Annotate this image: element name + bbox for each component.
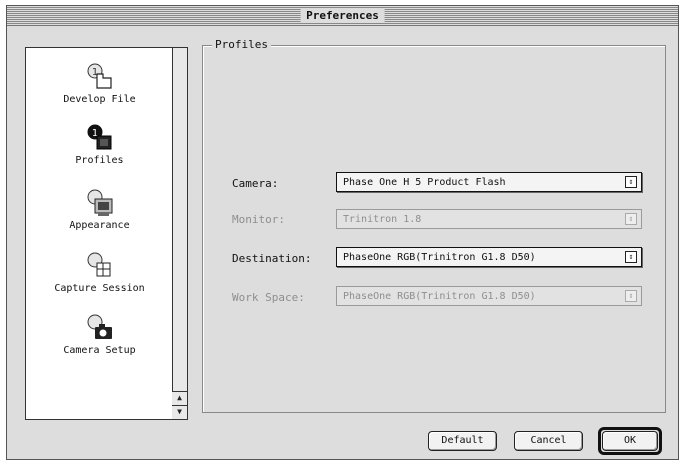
sidebar-item-label: Appearance	[69, 220, 130, 231]
profiles-icon: 1	[87, 124, 111, 150]
work-space-select-value: PhaseOne RGB(Trinitron G1.8 D50)	[343, 291, 536, 302]
popup-arrows-icon: ⇕	[625, 251, 637, 263]
destination-select-value: PhaseOne RGB(Trinitron G1.8 D50)	[343, 252, 536, 263]
profiles-group	[202, 45, 666, 413]
cancel-button[interactable]: Cancel	[514, 431, 583, 451]
preferences-sidebar: 1 Develop File 1 Profiles Appearance Cap…	[25, 47, 188, 420]
popup-arrows-icon: ⇕	[625, 176, 637, 188]
sidebar-item-profiles[interactable]: 1 Profiles	[26, 123, 173, 166]
destination-label: Destination:	[232, 252, 312, 265]
monitor-select: Trinitron 1.8 ⇕	[336, 209, 642, 229]
camera-select[interactable]: Phase One H 5 Product Flash ⇕	[336, 172, 642, 192]
scroll-up-arrow-icon[interactable]: ▲	[172, 391, 187, 405]
popup-arrows-icon: ⇕	[625, 290, 637, 302]
profiles-group-legend: Profiles	[212, 38, 271, 52]
default-button[interactable]: Default	[428, 431, 497, 451]
sidebar-item-label: Camera Setup	[63, 345, 136, 356]
camera-select-value: Phase One H 5 Product Flash	[343, 177, 506, 188]
work-space-label: Work Space:	[232, 291, 305, 304]
sidebar-item-camera-setup[interactable]: Camera Setup	[26, 313, 173, 356]
sidebar-item-label: Develop File	[63, 94, 136, 105]
develop-file-icon: 1	[87, 63, 112, 89]
sidebar-item-label: Capture Session	[54, 283, 145, 294]
monitor-select-value: Trinitron 1.8	[343, 214, 422, 225]
sidebar-item-develop-file[interactable]: 1 Develop File	[26, 62, 173, 105]
window-title: Preferences	[300, 9, 385, 23]
ok-button[interactable]: OK	[602, 431, 658, 451]
camera-setup-icon	[87, 314, 112, 339]
sidebar-item-capture-session[interactable]: Capture Session	[26, 251, 173, 294]
monitor-label: Monitor:	[232, 213, 285, 226]
appearance-icon	[87, 189, 112, 216]
camera-label: Camera:	[232, 177, 279, 190]
destination-select[interactable]: PhaseOne RGB(Trinitron G1.8 D50) ⇕	[336, 247, 642, 267]
popup-arrows-icon: ⇕	[625, 213, 637, 225]
title-bar[interactable]: Preferences	[7, 6, 678, 26]
work-space-select: PhaseOne RGB(Trinitron G1.8 D50) ⇕	[336, 286, 642, 306]
capture-session-icon	[87, 252, 110, 277]
sidebar-item-appearance[interactable]: Appearance	[26, 188, 173, 231]
sidebar-scrollbar[interactable]: ▲ ▼	[172, 48, 187, 419]
sidebar-item-label: Profiles	[75, 155, 124, 166]
scroll-down-arrow-icon[interactable]: ▼	[172, 405, 187, 419]
